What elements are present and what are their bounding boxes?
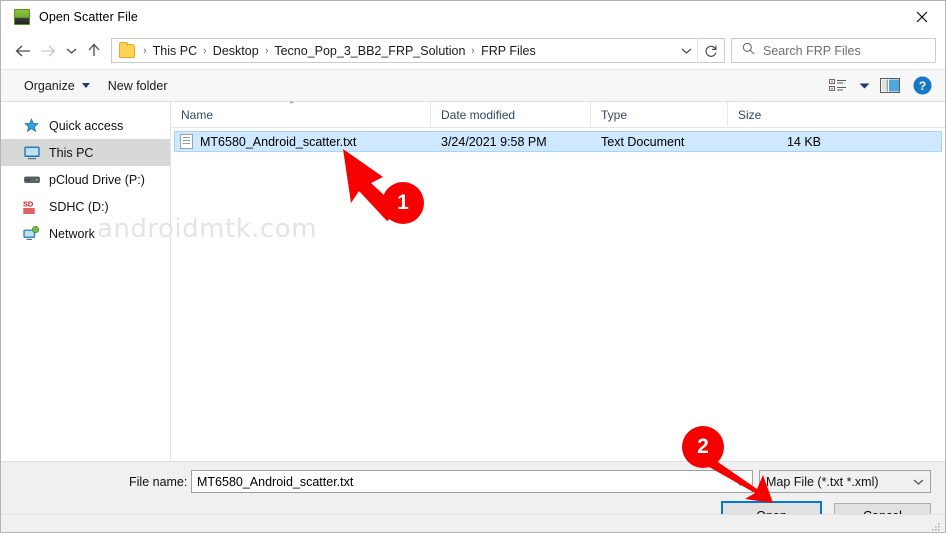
file-type-filter-dropdown[interactable]: Map File (*.txt *.xml) [759, 470, 931, 493]
file-type-cell: Text Document [601, 134, 685, 149]
column-header-row: ⌃ Name Date modified Type Size [171, 100, 945, 128]
file-name-input[interactable]: MT6580_Android_scatter.txt [191, 470, 753, 493]
file-date-cell: 3/24/2021 9:58 PM [441, 134, 547, 149]
sidebar-item-this-pc[interactable]: This PC [1, 139, 170, 166]
organize-label: Organize [24, 78, 75, 93]
sidebar-item-sdhc[interactable]: SD SDHC (D:) [1, 193, 170, 220]
sort-ascending-icon: ⌃ [288, 100, 296, 110]
star-icon [23, 117, 40, 134]
column-header-type[interactable]: Type [591, 101, 728, 128]
resize-grip[interactable] [931, 519, 941, 531]
sidebar-item-label: Quick access [49, 118, 124, 133]
file-name-label: MT6580_Android_scatter.txt [200, 134, 357, 149]
sidebar-item-network[interactable]: Network [1, 220, 170, 247]
open-file-dialog: Open Scatter File › This PC › Desktop › … [0, 0, 946, 533]
breadcrumb-separator: › [143, 44, 147, 57]
file-rows: MT6580_Android_scatter.txt 3/24/2021 9:5… [171, 128, 945, 461]
file-list-pane: ⌃ Name Date modified Type Size MT6580_An… [171, 100, 945, 461]
command-bar-right: ? [823, 73, 937, 99]
recent-locations-chevron-down-icon[interactable] [61, 38, 81, 64]
filter-chevron-down-icon [913, 475, 924, 489]
up-button[interactable] [81, 38, 107, 64]
search-input[interactable]: Search FRP Files [731, 38, 936, 63]
search-icon [742, 42, 755, 60]
text-document-icon [180, 134, 193, 149]
organize-button[interactable]: Organize [15, 75, 99, 97]
view-options-icon[interactable] [823, 73, 853, 99]
back-button[interactable] [9, 38, 35, 64]
file-name-value: MT6580_Android_scatter.txt [197, 474, 354, 489]
new-folder-label: New folder [107, 78, 168, 93]
breadcrumb-separator: › [203, 44, 207, 57]
network-icon [23, 225, 40, 242]
svg-text:SD: SD [23, 199, 34, 208]
command-bar: Organize New folder ? [1, 69, 945, 102]
breadcrumb-separator: › [264, 44, 269, 57]
column-header-size[interactable]: Size [728, 102, 828, 128]
file-name-label: File name: [129, 474, 188, 489]
svg-text:?: ? [918, 79, 925, 93]
address-chevron-down-icon[interactable] [675, 39, 697, 62]
computer-icon [23, 144, 40, 161]
sidebar-item-label: This PC [49, 145, 94, 160]
folder-icon [119, 41, 135, 58]
dialog-footer: androidmtk.com File name: MT6580_Android… [1, 461, 945, 532]
breadcrumb-separator: › [471, 44, 475, 57]
sidebar-item-pcloud-drive[interactable]: pCloud Drive (P:) [1, 166, 170, 193]
search-placeholder: Search FRP Files [763, 43, 861, 58]
chevron-down-icon [81, 83, 90, 88]
scatter-file-icon [14, 8, 30, 25]
file-name-cell: MT6580_Android_scatter.txt [175, 134, 433, 149]
navigation-sidebar: Quick access This PC pCloud Drive (P:) S… [1, 102, 171, 461]
new-folder-button[interactable]: New folder [99, 75, 177, 97]
sidebar-item-label: SDHC (D:) [49, 199, 109, 214]
forward-button[interactable] [35, 38, 61, 64]
breadcrumb-item-tecno-solution[interactable]: Tecno_Pop_3_BB2_FRP_Solution [270, 42, 469, 60]
sidebar-item-label: pCloud Drive (P:) [49, 172, 145, 187]
breadcrumb-item-frp-files[interactable]: FRP Files [477, 42, 540, 60]
dialog-body: androidmtk.com Quick access This PC pClo… [1, 100, 945, 461]
refresh-icon[interactable] [697, 38, 724, 63]
breadcrumb-item-desktop[interactable]: Desktop [209, 42, 263, 60]
help-icon[interactable]: ? [907, 73, 937, 99]
step-badge-2: 2 [682, 426, 724, 468]
file-type-filter-value: Map File (*.txt *.xml) [766, 474, 879, 489]
column-header-date-modified[interactable]: Date modified [431, 101, 591, 128]
file-name-row: File name: MT6580_Android_scatter.txt Ma… [1, 462, 945, 493]
file-name-chevron-down-icon[interactable] [735, 476, 746, 490]
step-badge-1: 1 [382, 182, 424, 224]
breadcrumb: › This PC › Desktop › Tecno_Pop_3_BB2_FR… [141, 42, 675, 60]
close-icon[interactable] [899, 1, 945, 32]
file-size-cell: 14 KB [786, 134, 821, 149]
address-bar[interactable]: › This PC › Desktop › Tecno_Pop_3_BB2_FR… [111, 38, 725, 63]
status-strip [1, 514, 945, 532]
column-header-name[interactable]: Name [171, 101, 431, 128]
navigation-bar: › This PC › Desktop › Tecno_Pop_3_BB2_FR… [1, 32, 945, 69]
window-title: Open Scatter File [39, 9, 138, 24]
sidebar-item-label: Network [49, 226, 95, 241]
sd-card-icon: SD [23, 198, 40, 215]
preview-pane-icon[interactable] [875, 73, 905, 99]
sidebar-item-quick-access[interactable]: Quick access [1, 112, 170, 139]
drive-icon [23, 171, 40, 188]
table-row[interactable]: MT6580_Android_scatter.txt 3/24/2021 9:5… [174, 131, 942, 152]
title-bar: Open Scatter File [1, 1, 945, 32]
view-chevron-down-icon[interactable] [855, 73, 873, 99]
breadcrumb-item-this-pc[interactable]: This PC [149, 42, 201, 60]
